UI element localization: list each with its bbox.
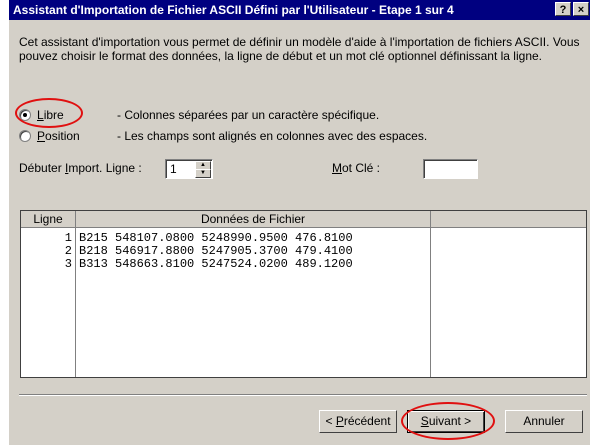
start-line-spinner[interactable]: 1 ▲ ▼ (165, 159, 213, 179)
previous-button[interactable]: < Précédent (319, 410, 397, 433)
highlight-next (401, 402, 495, 440)
spin-down-button[interactable]: ▼ (195, 169, 211, 178)
start-line-label: Débuter Import. Ligne : (19, 161, 142, 175)
keyword-label: Mot Clé : (332, 161, 381, 175)
button-separator (19, 394, 587, 396)
grid-header: Ligne Données de Fichier (21, 211, 586, 228)
row-line-number: 1 (64, 231, 72, 245)
row-data: B218 546917.8800 5247905.3700 479.4100 (79, 244, 353, 258)
keyword-input[interactable] (423, 159, 478, 179)
radio-libre-description: - Colonnes séparées par un caractère spé… (117, 108, 380, 122)
file-data-grid[interactable]: Ligne Données de Fichier 1 B215 548107.0… (20, 210, 587, 378)
header-line[interactable]: Ligne (21, 211, 76, 227)
header-file-data[interactable]: Données de Fichier (76, 211, 431, 227)
help-button[interactable]: ? (555, 2, 571, 16)
row-line-number: 2 (64, 244, 72, 258)
import-wizard-dialog: Assistant d'Importation de Fichier ASCII… (8, 0, 590, 445)
radio-position[interactable] (19, 130, 31, 142)
radio-position-description: - Les champs sont alignés en colonnes av… (117, 129, 428, 143)
window-title: Assistant d'Importation de Fichier ASCII… (13, 3, 454, 17)
row-data: B313 548663.8100 5247524.0200 489.1200 (79, 257, 353, 271)
cancel-button[interactable]: Annuler (505, 410, 583, 433)
close-button[interactable]: × (573, 2, 589, 16)
row-data: B215 548107.0800 5248990.9500 476.8100 (79, 231, 353, 245)
title-bar: Assistant d'Importation de Fichier ASCII… (9, 0, 590, 20)
column-divider (75, 228, 76, 377)
highlight-libre (15, 98, 83, 128)
column-divider (430, 228, 431, 377)
header-empty (431, 211, 586, 227)
start-line-value: 1 (170, 162, 177, 176)
intro-text: Cet assistant d'importation vous permet … (19, 35, 580, 63)
radio-position-label[interactable]: Position (37, 128, 80, 144)
row-line-number: 3 (64, 257, 72, 271)
